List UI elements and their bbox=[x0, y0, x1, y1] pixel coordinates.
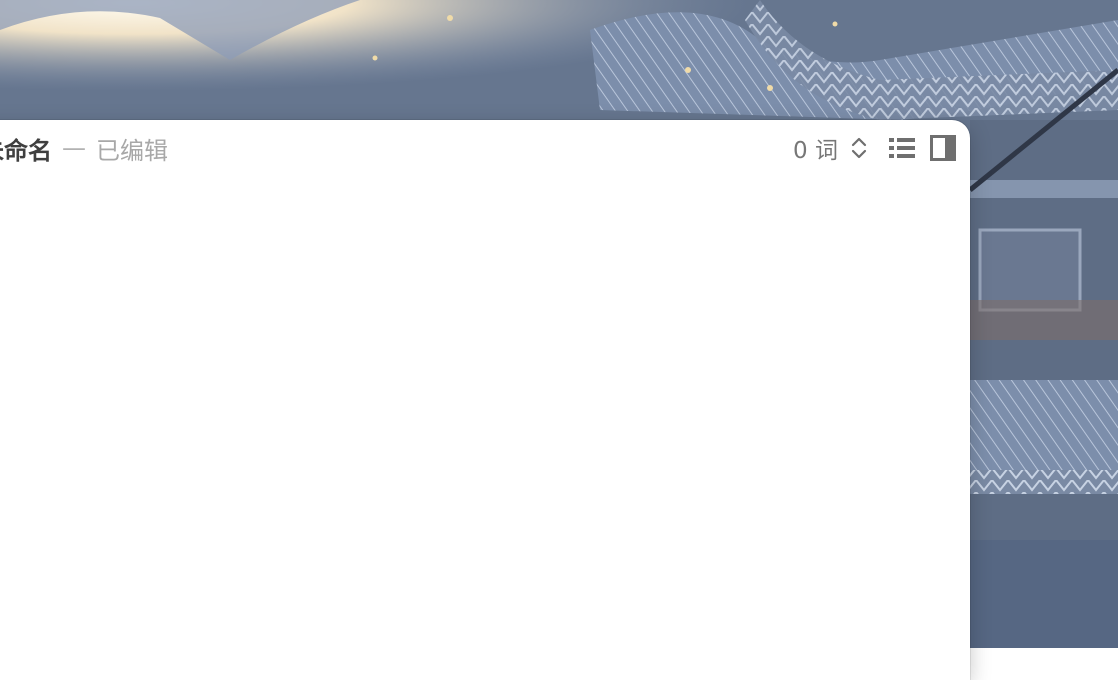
chevron-up-down-icon[interactable] bbox=[850, 134, 868, 162]
window-title-area[interactable]: 未命名 — 已编辑 bbox=[0, 131, 168, 166]
toolbar: 0 词 bbox=[793, 132, 956, 164]
list-icon[interactable] bbox=[888, 134, 916, 162]
sidebar-panel-icon[interactable] bbox=[930, 135, 956, 161]
word-count[interactable]: 0 词 bbox=[793, 131, 838, 165]
title-separator: — bbox=[62, 134, 86, 162]
editor-window: 未命名 — 已编辑 0 词 bbox=[0, 120, 970, 680]
document-title[interactable]: 未命名 bbox=[0, 131, 52, 166]
edited-status: 已编辑 bbox=[96, 136, 168, 165]
